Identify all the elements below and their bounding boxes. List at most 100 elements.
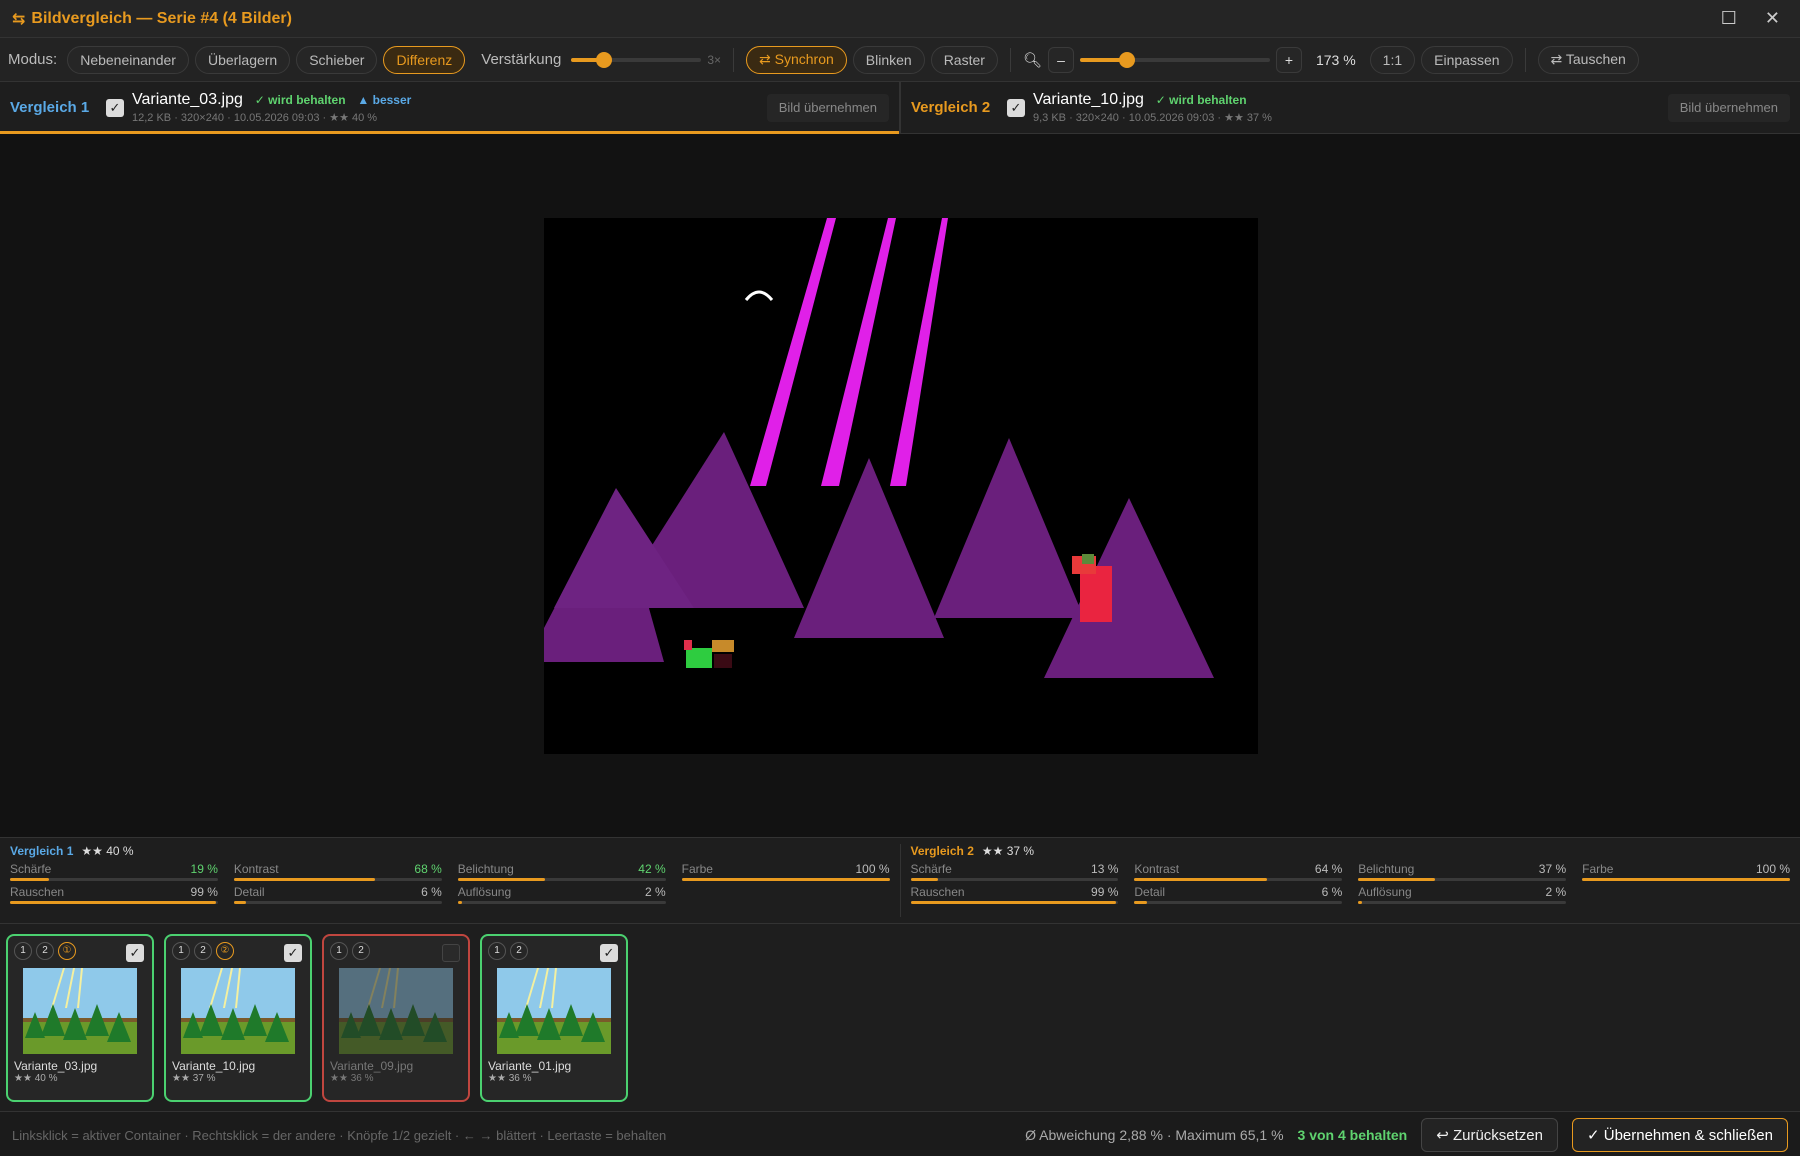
stats-2-metrics: Schärfe 13 % Kontrast 64 % Belichtung 37 % Far… xyxy=(910,862,1790,904)
metric-bar-fill xyxy=(1134,878,1268,881)
metric-auflösung: Auflösung 2 % xyxy=(457,885,666,904)
apply-close-button[interactable]: ✓ Übernehmen & schließen xyxy=(1572,1118,1788,1152)
blink-button[interactable]: Blinken xyxy=(852,45,925,74)
stats-1-label: Vergleich 1 xyxy=(10,844,74,858)
keep-checkbox[interactable]: ✓ xyxy=(600,943,618,962)
thumbnail-image xyxy=(339,967,453,1054)
compare-slot-2[interactable]: Vergleich 2 ✓ Variante_10.jpg ✓ wird beh… xyxy=(901,82,1800,133)
compare-2-take-button[interactable]: Bild übernehmen xyxy=(1667,93,1790,122)
metric-schärfe: Schärfe 19 % xyxy=(10,862,218,881)
slot-2-button[interactable]: 2 xyxy=(510,941,528,960)
mode-slider-button[interactable]: Schieber xyxy=(296,45,378,74)
metric-value: 99 % xyxy=(190,885,218,899)
compare-1-info: Variante_03.jpg ✓ wird behalten ▲ besser… xyxy=(132,91,411,124)
zoom-slider-knob[interactable] xyxy=(1119,51,1136,68)
image-viewer[interactable] xyxy=(0,134,1800,838)
mode-label: Modus: xyxy=(8,51,58,68)
gain-value: 3× xyxy=(707,52,721,67)
gain-slider[interactable] xyxy=(571,46,702,74)
metric-auflösung: Auflösung 2 % xyxy=(1358,885,1567,904)
compare-1-take-button[interactable]: Bild übernehmen xyxy=(766,93,889,122)
thumbnail-card[interactable]: 1 2 ② ✓ Variante_10.jpg ★★ 37 % xyxy=(164,933,312,1102)
metric-value: 42 % xyxy=(638,862,666,876)
slot-2-button[interactable]: 2 xyxy=(352,941,370,960)
keep-checkbox[interactable]: ✓ xyxy=(126,943,144,962)
metric-value: 6 % xyxy=(1321,885,1343,899)
stats-compare-1: Vergleich 1 ★★ 40 % Schärfe 19 % Kontrast 68… xyxy=(0,844,901,917)
metric-bar xyxy=(1582,878,1790,881)
window-title-text: Bildvergleich — Serie #4 (4 Bilder) xyxy=(31,9,292,27)
mode-overlay-button[interactable]: Überlagern xyxy=(194,45,291,74)
metric-bar-fill xyxy=(1358,878,1436,881)
fit-button[interactable]: Einpassen xyxy=(1421,45,1513,74)
keep-checkbox-1[interactable]: ✓ xyxy=(106,98,124,117)
metric-value: 19 % xyxy=(190,862,218,876)
compare-slot-1[interactable]: Vergleich 1 ✓ Variante_03.jpg ✓ wird beh… xyxy=(0,82,901,134)
metric-value: 100 % xyxy=(855,862,890,876)
metric-name: Farbe xyxy=(681,862,713,876)
stats-1-score: ★★ 40 % xyxy=(81,844,134,858)
slot-1-button[interactable]: 1 xyxy=(14,941,32,960)
stats-compare-2: Vergleich 2 ★★ 37 % Schärfe 13 % Kontrast 64… xyxy=(901,844,1800,917)
status-bar: Linksklick = aktiver Container · Rechtsk… xyxy=(0,1112,1800,1156)
thumbnail-card[interactable]: 1 2 ① ✓ Variante_03.jpg ★★ 40 % xyxy=(6,933,154,1102)
keep-checkbox[interactable]: ✓ xyxy=(284,943,302,962)
metric-value: 6 % xyxy=(421,885,442,899)
gain-slider-knob[interactable] xyxy=(595,51,612,68)
sync-toggle[interactable]: ⇄ Synchron xyxy=(746,45,847,74)
metric-name: Farbe xyxy=(1582,862,1614,876)
keep-checkbox[interactable] xyxy=(442,943,460,962)
close-icon[interactable]: ✕ xyxy=(1765,8,1780,29)
difference-image[interactable] xyxy=(544,218,1258,754)
metric-rauschen: Rauschen 99 % xyxy=(10,885,218,904)
slot-2-button[interactable]: 2 xyxy=(36,941,54,960)
thumbnail-score: ★★ 37 % xyxy=(172,1072,216,1084)
zoom-slider[interactable] xyxy=(1079,46,1270,74)
metric-bar-fill xyxy=(1582,878,1790,881)
thumbnail-filename: Variante_03.jpg xyxy=(14,1058,98,1073)
metric-name: Auflösung xyxy=(457,885,512,899)
thumbnail-score: ★★ 36 % xyxy=(488,1072,532,1084)
metric-bar xyxy=(233,901,442,904)
metric-name: Kontrast xyxy=(1134,862,1180,876)
metric-bar-fill xyxy=(910,901,1117,904)
kept-count: 3 von 4 behalten xyxy=(1297,1127,1408,1143)
stats-1-metrics: Schärfe 19 % Kontrast 68 % Belichtung 42 % Far… xyxy=(10,862,890,904)
zoom-1to1-button[interactable]: 1:1 xyxy=(1369,45,1416,74)
zoom-in-button[interactable]: + xyxy=(1275,46,1302,73)
metric-value: 100 % xyxy=(1755,862,1790,876)
metric-bar xyxy=(10,878,218,881)
slot-2-button[interactable]: 2 xyxy=(194,941,212,960)
metric-detail: Detail 6 % xyxy=(233,885,442,904)
swap-button[interactable]: ⇄ Tauschen xyxy=(1537,45,1639,74)
reset-button[interactable]: ↩ Zurücksetzen xyxy=(1421,1118,1558,1152)
thumbnail-card[interactable]: 1 2 Variante_09.jpg ★★ 36 % xyxy=(322,933,470,1102)
rank-badge: ② xyxy=(216,941,234,960)
title-bar: ⇆ Bildvergleich — Serie #4 (4 Bilder) ☐ … xyxy=(0,0,1800,38)
mode-difference-button[interactable]: Differenz xyxy=(383,45,466,74)
metric-name: Rauschen xyxy=(10,885,65,899)
zoom-icon: 🔍︎ xyxy=(1022,51,1042,69)
keep-checkbox-2[interactable]: ✓ xyxy=(1007,98,1025,117)
maximize-icon[interactable]: ☐ xyxy=(1721,8,1737,29)
metric-kontrast: Kontrast 64 % xyxy=(1134,862,1343,881)
metric-name: Detail xyxy=(233,885,265,899)
divider xyxy=(1009,47,1011,72)
gain-label: Verstärkung xyxy=(481,51,562,68)
thumbnail-card[interactable]: 1 2 ✓ Variante_01.jpg ★★ 36 % xyxy=(480,933,628,1102)
metric-rauschen: Rauschen 99 % xyxy=(910,885,1119,904)
metric-belichtung: Belichtung 37 % xyxy=(1358,862,1567,881)
metric-bar-fill xyxy=(233,901,247,904)
metric-farbe: Farbe 100 % xyxy=(681,862,890,881)
slot-1-button[interactable]: 1 xyxy=(172,941,190,960)
compare-1-better-badge: ▲ besser xyxy=(357,93,412,107)
zoom-out-button[interactable]: – xyxy=(1047,46,1074,73)
mode-side-by-side-button[interactable]: Nebeneinander xyxy=(67,45,189,74)
grid-button[interactable]: Raster xyxy=(930,45,998,74)
metric-bar-fill xyxy=(1358,901,1363,904)
metric-bar xyxy=(233,878,442,881)
metric-name: Schärfe xyxy=(10,862,52,876)
slot-1-button[interactable]: 1 xyxy=(488,941,506,960)
keyboard-hint: Linksklick = aktiver Container · Rechtsk… xyxy=(12,1127,667,1143)
slot-1-button[interactable]: 1 xyxy=(330,941,348,960)
